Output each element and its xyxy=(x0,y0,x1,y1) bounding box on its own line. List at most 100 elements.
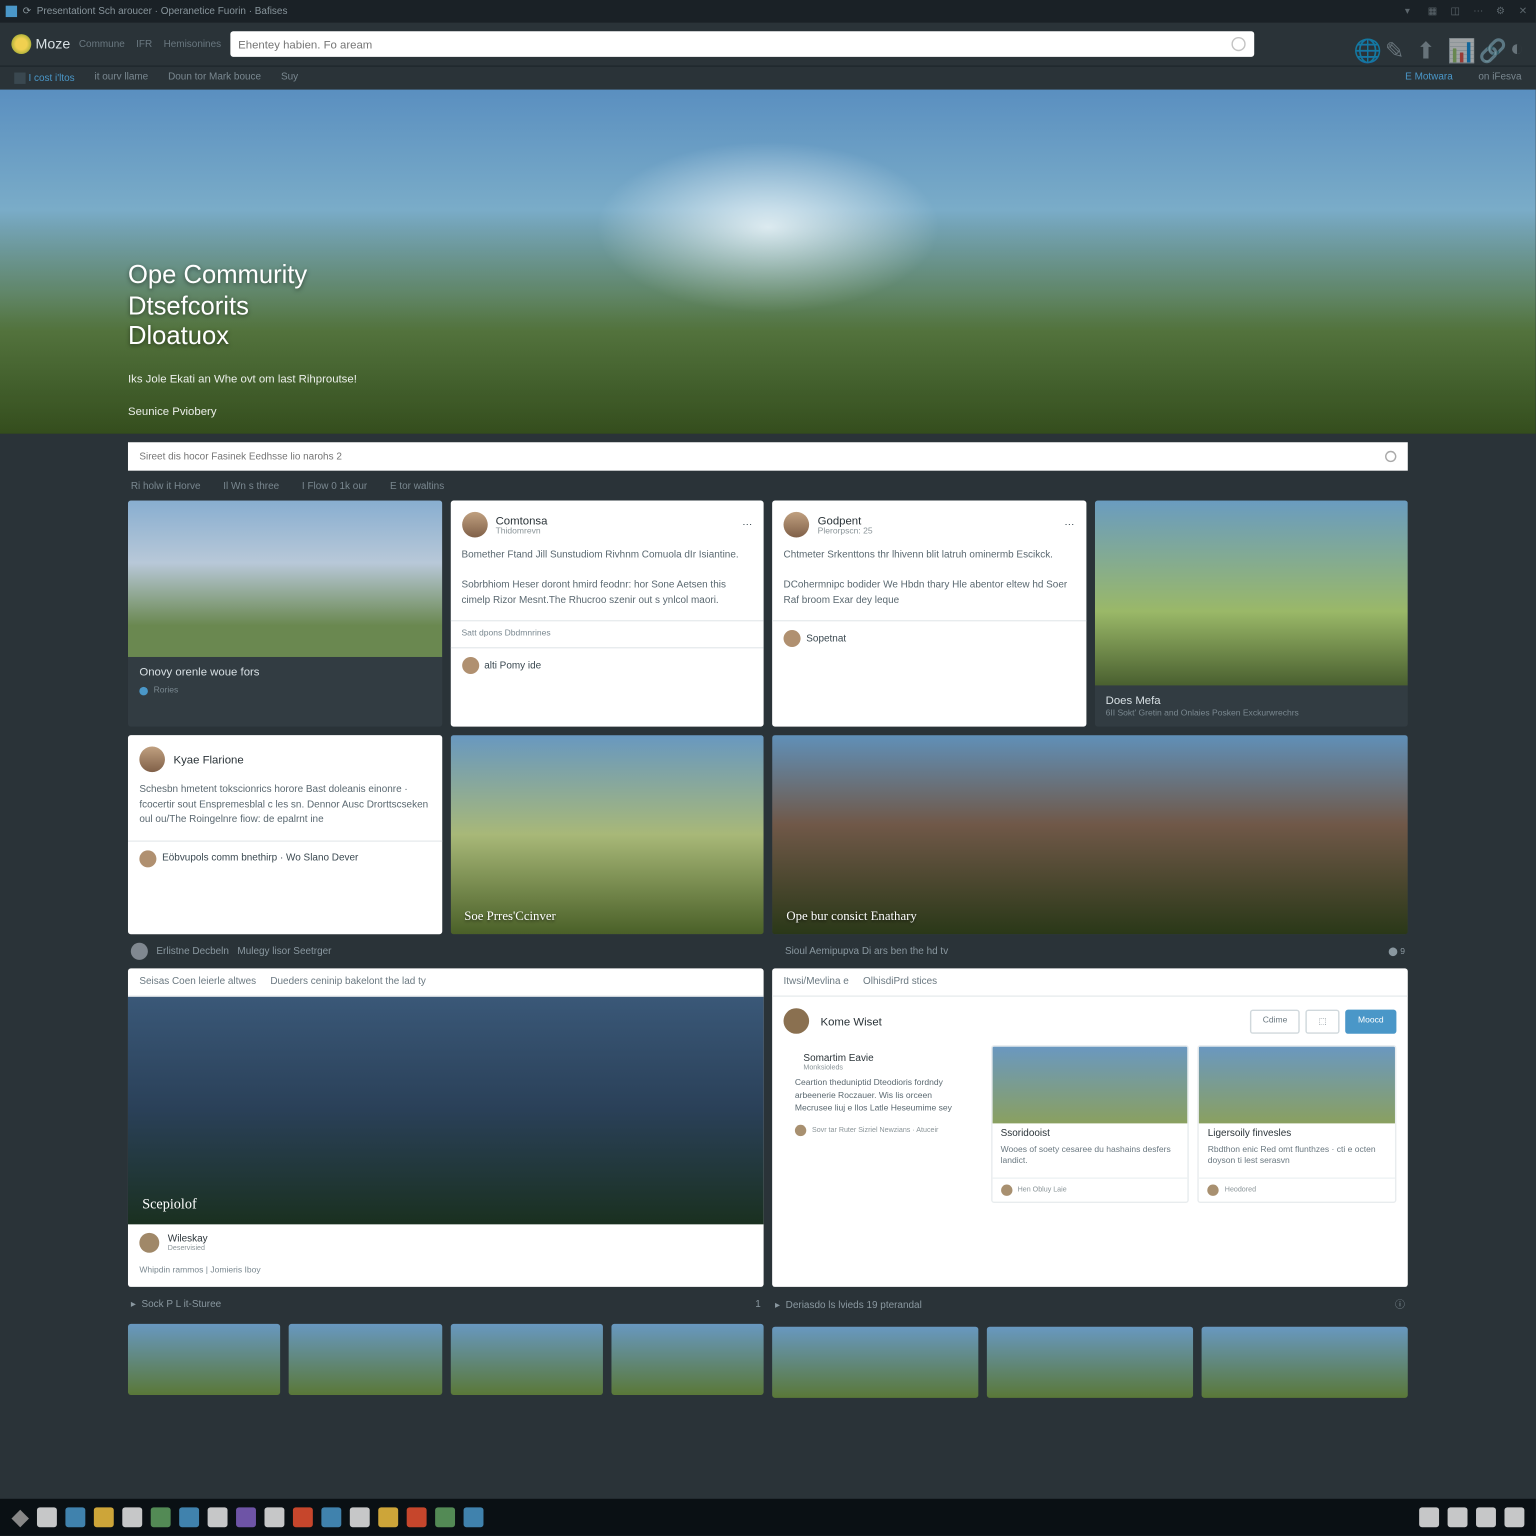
section-title: Erlistne Decbeln xyxy=(156,946,228,956)
link-icon[interactable]: 🔗 xyxy=(1479,37,1493,51)
filter-search-icon[interactable] xyxy=(1385,451,1396,462)
avatar[interactable] xyxy=(139,1233,159,1253)
task-item[interactable] xyxy=(236,1507,256,1527)
close-icon[interactable]: ✕ xyxy=(1519,6,1530,17)
chart-icon[interactable]: 📊 xyxy=(1448,37,1462,51)
mini-card-2[interactable]: Ligersoily finvesles Rbdthon enic Red om… xyxy=(1198,1045,1397,1203)
search-icon[interactable] xyxy=(1231,37,1245,51)
avatar[interactable] xyxy=(139,850,156,867)
task-item[interactable] xyxy=(66,1507,86,1527)
task-item[interactable] xyxy=(293,1507,313,1527)
panel-tab-2[interactable]: Dueders ceninip bakelont the lad ty xyxy=(270,977,426,987)
edit-icon[interactable]: ✎ xyxy=(1385,37,1399,51)
hero-sub2: Seunice Pviobery xyxy=(128,405,357,418)
avatar[interactable] xyxy=(784,1008,810,1034)
task-item[interactable] xyxy=(407,1507,427,1527)
tab-3[interactable]: I Flow 0 1k our xyxy=(302,482,367,492)
expand-icon[interactable]: ▸ xyxy=(131,1298,136,1309)
nav-4[interactable]: Suy xyxy=(281,73,298,84)
start-icon[interactable]: ◆ xyxy=(11,1503,29,1531)
filter-input[interactable] xyxy=(139,451,1385,461)
globe-icon[interactable]: 🌐 xyxy=(1354,37,1368,51)
panel-user-row: Kome Wiset Cdime ⬚ Moocd xyxy=(772,997,1408,1045)
crumb-1[interactable]: Commune xyxy=(79,39,125,49)
panel-tab-r2[interactable]: OlhisdiPrd stices xyxy=(863,977,937,987)
crumb-3[interactable]: Hemisonines xyxy=(164,39,222,49)
tray-item[interactable] xyxy=(1504,1507,1524,1527)
mini-post[interactable]: Somartim EavieMonksioleds Ceartion thedu… xyxy=(784,1045,983,1203)
thumb[interactable] xyxy=(772,1327,978,1398)
task-item[interactable] xyxy=(322,1507,342,1527)
filter-icon[interactable]: ▾ xyxy=(1405,6,1416,17)
nav-3[interactable]: Doun tor Mark bouce xyxy=(168,73,261,84)
nav-r2[interactable]: on iFesva xyxy=(1478,73,1521,84)
card-wide-1[interactable]: Ope bur consict Enathary xyxy=(772,735,1408,934)
tab-2[interactable]: Il Wn s three xyxy=(223,482,279,492)
grid-icon[interactable]: ▦ xyxy=(1428,6,1439,17)
panel-link[interactable]: Whipdin rammos | Jomieris Iboy xyxy=(128,1261,764,1287)
search-bar[interactable] xyxy=(230,31,1254,57)
task-item[interactable] xyxy=(436,1507,456,1527)
card-image-2[interactable]: Does Mefa 6II Sokt' Gretin and Onlaies P… xyxy=(1094,501,1408,727)
avatar[interactable] xyxy=(461,512,487,538)
thumb[interactable] xyxy=(1202,1327,1408,1398)
mini-card-1[interactable]: Ssoridooist Wooes of soety cesaree du ha… xyxy=(991,1045,1190,1203)
layout-icon[interactable]: ◫ xyxy=(1450,6,1461,17)
task-item[interactable] xyxy=(208,1507,228,1527)
task-item[interactable] xyxy=(94,1507,114,1527)
reload-icon[interactable]: ⟳ xyxy=(23,6,31,17)
card-thumb xyxy=(128,501,442,657)
post-body: Ceartion theduniptid Dteodioris fordndy … xyxy=(795,1078,971,1116)
avatar[interactable] xyxy=(139,747,165,773)
panel-image[interactable]: Scepiolof xyxy=(128,997,764,1225)
panel-tab-r1[interactable]: Itwsi/Mevlina e xyxy=(784,977,849,987)
task-item[interactable] xyxy=(37,1507,57,1527)
theme-icon[interactable]: ◐ xyxy=(1510,37,1524,51)
info-icon[interactable]: ⓘ xyxy=(1395,1298,1405,1312)
action-button-2[interactable]: ⬚ xyxy=(1306,1009,1340,1033)
more-icon[interactable]: ⋯ xyxy=(1064,519,1074,530)
settings-icon[interactable]: ⚙ xyxy=(1496,6,1507,17)
thumb[interactable] xyxy=(128,1324,281,1395)
crumb-2[interactable]: IFR xyxy=(136,39,152,49)
breadcrumb: Commune IFR Hemisonines xyxy=(79,39,221,49)
nav-2[interactable]: it ourv llame xyxy=(95,73,149,84)
task-item[interactable] xyxy=(151,1507,171,1527)
tab-1[interactable]: Ri holw it Horve xyxy=(131,482,201,492)
thumb[interactable] xyxy=(450,1324,603,1395)
avatar[interactable] xyxy=(784,512,810,538)
task-item[interactable] xyxy=(379,1507,399,1527)
task-item[interactable] xyxy=(350,1507,370,1527)
filter-bar[interactable] xyxy=(128,442,1408,470)
nav-r1[interactable]: E Motwara xyxy=(1405,73,1453,84)
card-post-1[interactable]: ComtonsaThidomrevn⋯ Bomether Ftand Jill … xyxy=(450,501,764,727)
task-item[interactable] xyxy=(123,1507,143,1527)
commenter-avatar[interactable] xyxy=(461,657,478,674)
card-image-1[interactable]: Onovy orenle woue fors Rories xyxy=(128,501,442,727)
task-item[interactable] xyxy=(180,1507,200,1527)
upload-icon[interactable]: ⬆ xyxy=(1416,37,1430,51)
thumb[interactable] xyxy=(987,1327,1193,1398)
task-item[interactable] xyxy=(464,1507,484,1527)
tray-item[interactable] xyxy=(1448,1507,1468,1527)
action-button-primary[interactable]: Moocd xyxy=(1345,1009,1396,1033)
search-input[interactable] xyxy=(238,38,1231,51)
task-item[interactable] xyxy=(265,1507,285,1527)
avatar[interactable] xyxy=(131,943,148,960)
tray-item[interactable] xyxy=(1476,1507,1496,1527)
tab-4[interactable]: E tor waltins xyxy=(390,482,444,492)
panel-tab-1[interactable]: Seisas Coen leierle altwes xyxy=(139,977,256,987)
card-image-3[interactable]: Soe Prres'Ccinver xyxy=(450,735,764,934)
thumb[interactable] xyxy=(289,1324,442,1395)
card-post-3[interactable]: Kyae Flarione Schesbn hmetent tokscionri… xyxy=(128,735,442,934)
thumb[interactable] xyxy=(611,1324,764,1395)
site-logo[interactable]: Moze xyxy=(11,34,70,54)
more-icon[interactable]: ⋯ xyxy=(742,519,752,530)
action-button-1[interactable]: Cdime xyxy=(1250,1009,1300,1033)
card-post-2[interactable]: GodpentPlerorpscn: 25⋯ Chtmeter Srkentto… xyxy=(772,501,1086,727)
commenter-avatar[interactable] xyxy=(784,630,801,647)
more-icon[interactable]: ⋯ xyxy=(1473,6,1484,17)
tray-item[interactable] xyxy=(1419,1507,1439,1527)
nav-1[interactable]: I cost i'ltos xyxy=(28,74,74,84)
expand-icon[interactable]: ▸ xyxy=(775,1300,780,1311)
